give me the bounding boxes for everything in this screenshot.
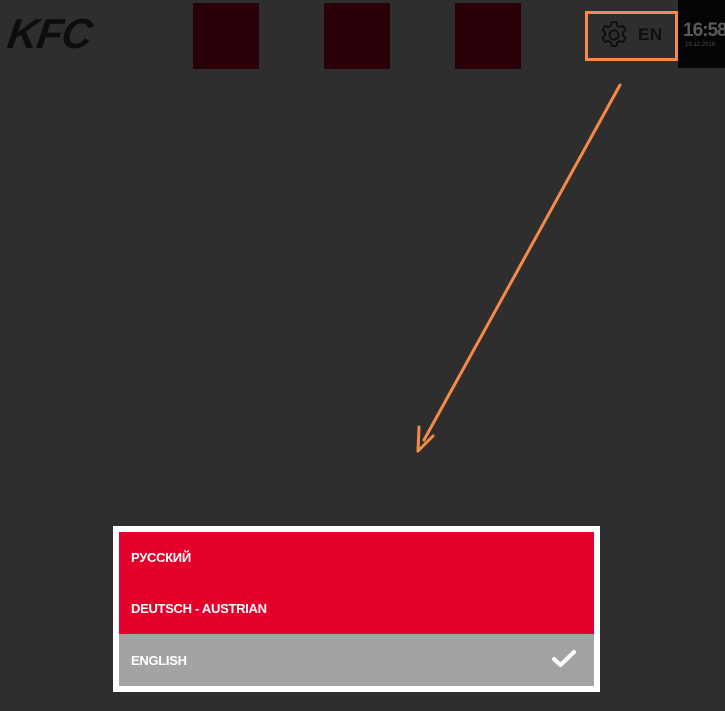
clock-date: 19.12.2016 [685, 42, 716, 48]
language-option-russian[interactable]: РУССКИЙ [119, 532, 594, 583]
language-option-label: ENGLISH [131, 652, 187, 668]
language-option-label: РУССКИЙ [131, 550, 191, 565]
language-list: РУССКИЙ DEUTSCH - AUSTRIAN ENGLISH [119, 532, 594, 686]
checkmark-icon [552, 650, 576, 671]
kiosk-screen: KFC EN 16:58 19.12.2016 РУССКИЙ DEUTSCH … [0, 0, 725, 711]
clock-panel: 16:58 19.12.2016 [678, 0, 725, 68]
language-menu: РУССКИЙ DEUTSCH - AUSTRIAN ENGLISH [113, 526, 600, 692]
gear-icon [598, 19, 630, 51]
language-option-label: DEUTSCH - AUSTRIAN [131, 601, 267, 616]
settings-language-button[interactable]: EN [598, 16, 663, 54]
current-language-code: EN [638, 25, 663, 44]
category-tile-1[interactable] [193, 3, 259, 69]
category-tile-2[interactable] [324, 3, 390, 69]
language-option-deutsch-austrian[interactable]: DEUTSCH - AUSTRIAN [119, 583, 594, 634]
category-tile-3[interactable] [455, 3, 521, 69]
language-option-english[interactable]: ENGLISH [119, 634, 594, 686]
kfc-logo: KFC [4, 10, 95, 57]
clock-time: 16:58 [683, 20, 725, 41]
